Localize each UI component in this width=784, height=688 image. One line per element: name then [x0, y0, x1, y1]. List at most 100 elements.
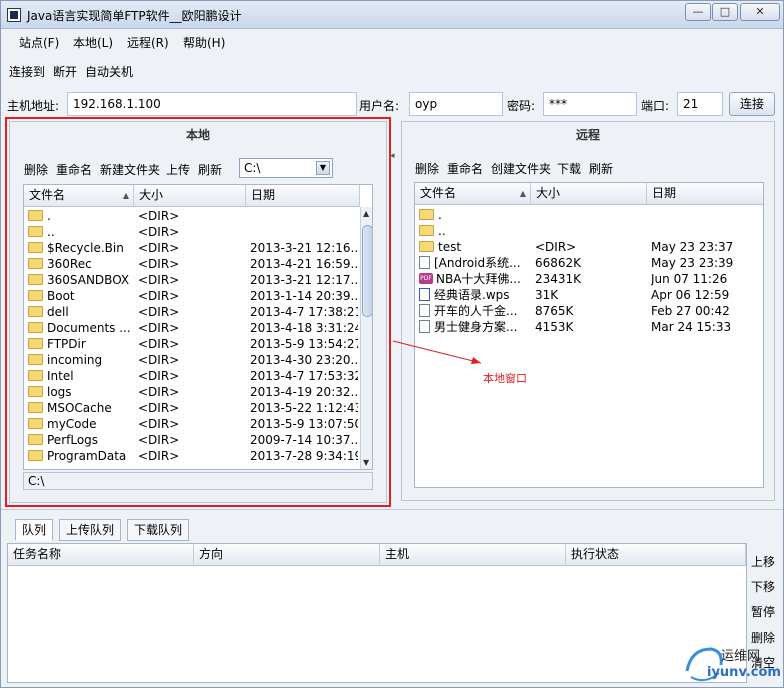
file-size: 4153K — [535, 320, 574, 334]
file-name: 经典语录.wps — [434, 288, 510, 302]
password-label: 密码: — [507, 99, 536, 113]
file-date: Mar 24 15:33 — [651, 320, 732, 334]
queue-table-header: 任务名称 方向 主机 执行状态 — [8, 544, 746, 566]
tab-upload-queue[interactable]: 上传队列 — [59, 519, 122, 541]
file-size: 8765K — [535, 304, 574, 318]
menu-remote[interactable]: 远程(R) — [127, 34, 169, 51]
remote-panel: 远程 删除 重命名 创建文件夹 下载 刷新 文件名 ▲ 大小 日期 ... test… — [401, 121, 775, 501]
file-name-cell: 男士健身方案... — [419, 320, 531, 335]
watermark-site: iyunv.com — [707, 665, 781, 680]
file-icon — [419, 304, 430, 317]
table-row[interactable]: [Android系统... 66862K May 23 23:39 — [415, 256, 763, 272]
connect-button[interactable]: 连接 — [729, 92, 775, 116]
queue-col-status[interactable]: 执行状态 — [566, 544, 746, 566]
table-row[interactable]: 经典语录.wps 31K Apr 06 12:59 — [415, 288, 763, 304]
queue-col-direction[interactable]: 方向 — [194, 544, 380, 566]
file-date: May 23 23:37 — [651, 240, 734, 254]
sort-asc-icon: ▲ — [519, 189, 526, 198]
window-title: Java语言实现简单FTP软件__欧阳鹏设计 — [27, 9, 242, 23]
move-up-button[interactable]: 上移 — [751, 553, 775, 570]
remote-panel-title: 远程 — [575, 128, 600, 142]
port-input[interactable]: 21 — [677, 92, 723, 116]
tab-queue[interactable]: 队列 — [15, 519, 54, 541]
folder-icon — [419, 241, 434, 252]
file-date: Apr 06 12:59 — [651, 288, 730, 302]
file-name: [Android系统... — [434, 256, 521, 270]
title-bar: Java语言实现简单FTP软件__欧阳鹏设计 — □ ✕ — [1, 1, 783, 29]
table-row[interactable]: 男士健身方案... 4153K Mar 24 15:33 — [415, 320, 763, 336]
menu-bar: 站点(F) 本地(L) 远程(R) 帮助(H) — [1, 29, 783, 55]
table-row[interactable]: 开车的人千金... 8765K Feb 27 00:42 — [415, 304, 763, 320]
menu-local[interactable]: 本地(L) — [73, 34, 113, 51]
file-date: Jun 07 11:26 — [651, 272, 728, 286]
annotation-arrow — [392, 340, 482, 364]
queue-col-host[interactable]: 主机 — [380, 544, 566, 566]
file-name: . — [438, 208, 442, 222]
file-name: test — [438, 240, 462, 254]
folder-icon — [419, 209, 434, 220]
horizontal-divider[interactable] — [1, 509, 783, 513]
file-size: <DIR> — [535, 240, 577, 254]
file-name: .. — [438, 224, 446, 238]
user-label: 用户名: — [359, 99, 400, 113]
document-icon — [419, 288, 430, 301]
table-row[interactable]: . — [415, 208, 763, 224]
file-size: 31K — [535, 288, 559, 302]
menu-help[interactable]: 帮助(H) — [183, 34, 225, 51]
minimize-button[interactable]: — — [685, 3, 711, 21]
table-row[interactable]: .. — [415, 224, 763, 240]
remote-create-folder-button[interactable]: 创建文件夹 — [491, 160, 551, 177]
watermark-logo: 运维网 iyunv.com — [681, 641, 781, 685]
remote-delete-button[interactable]: 删除 — [415, 160, 439, 177]
splitter-arrow-icon[interactable]: ◂ — [390, 151, 395, 165]
file-size: 23431K — [535, 272, 582, 286]
file-date: Feb 27 00:42 — [651, 304, 730, 318]
remote-download-button[interactable]: 下载 — [557, 160, 581, 177]
tab-download-queue[interactable]: 下载队列 — [127, 519, 190, 541]
host-label: 主机地址: — [7, 99, 60, 113]
file-date: May 23 23:39 — [651, 256, 734, 270]
queue-tabs: 队列 上传队列 下载队列 — [15, 519, 315, 543]
main-toolbar: 连接到 断开 自动关机 — [1, 59, 783, 85]
remote-col-date[interactable]: 日期 — [647, 183, 763, 205]
file-name-cell: 经典语录.wps — [419, 288, 531, 303]
local-window-highlight — [5, 117, 391, 507]
file-name-cell: PDF NBA十大拜佛... — [419, 272, 531, 287]
connect-to-button[interactable]: 连接到 — [9, 63, 45, 80]
remote-col-size[interactable]: 大小 — [531, 183, 647, 205]
queue-col-task[interactable]: 任务名称 — [8, 544, 194, 566]
queue-table: 任务名称 方向 主机 执行状态 — [7, 543, 747, 683]
file-name-cell: . — [419, 208, 531, 223]
auto-shutdown-button[interactable]: 自动关机 — [85, 63, 133, 80]
file-name: NBA十大拜佛... — [436, 272, 521, 286]
host-input[interactable]: 192.168.1.100 — [67, 92, 357, 116]
app-icon — [7, 8, 21, 22]
menu-site[interactable]: 站点(F) — [19, 34, 59, 51]
maximize-button[interactable]: □ — [712, 3, 738, 21]
remote-table-header: 文件名 ▲ 大小 日期 — [415, 183, 763, 205]
pause-button[interactable]: 暂停 — [751, 603, 775, 620]
remote-col-name[interactable]: 文件名 ▲ — [415, 183, 531, 205]
app-window: Java语言实现简单FTP软件__欧阳鹏设计 — □ ✕ 站点(F) 本地(L)… — [0, 0, 784, 688]
disconnect-button[interactable]: 断开 — [53, 63, 77, 80]
move-down-button[interactable]: 下移 — [751, 578, 775, 595]
password-input[interactable]: *** — [543, 92, 637, 116]
folder-icon — [419, 225, 434, 236]
remote-col-name-label: 文件名 — [420, 186, 457, 200]
file-name-cell: .. — [419, 224, 531, 239]
port-label: 端口: — [641, 99, 670, 113]
user-input[interactable]: oyp — [409, 92, 503, 116]
file-icon — [419, 256, 430, 269]
pdf-icon: PDF — [419, 273, 433, 284]
table-row[interactable]: test <DIR> May 23 23:37 — [415, 240, 763, 256]
close-button[interactable]: ✕ — [740, 3, 780, 21]
file-name: 男士健身方案... — [434, 320, 518, 334]
remote-rename-button[interactable]: 重命名 — [447, 160, 483, 177]
table-row[interactable]: PDF NBA十大拜佛... 23431K Jun 07 11:26 — [415, 272, 763, 288]
file-name: 开车的人千金... — [434, 304, 518, 318]
file-icon — [419, 320, 430, 333]
remote-refresh-button[interactable]: 刷新 — [589, 160, 613, 177]
file-size: 66862K — [535, 256, 582, 270]
connection-bar: 主机地址: 192.168.1.100 用户名: oyp 密码: *** 端口:… — [1, 91, 783, 117]
file-name-cell: [Android系统... — [419, 256, 531, 271]
